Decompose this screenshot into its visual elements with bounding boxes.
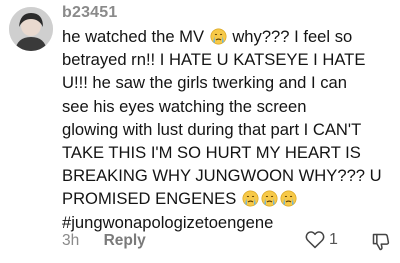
- comment-footer: 3h Reply: [62, 232, 146, 250]
- comment-line: betrayed rn!! I HATE U KATSEYE I HATE: [62, 50, 366, 70]
- comment: b23451 he watched the MV why??? I feel s…: [0, 0, 400, 263]
- comment-text-segment: why??? I feel so: [232, 27, 353, 46]
- comment-line: glowing with lust during that part I CAN…: [62, 119, 362, 139]
- comment-line: he watched the MV why??? I feel so: [62, 25, 396, 48]
- like-button[interactable]: 1: [305, 230, 338, 249]
- crying-face-emoji-icon: [242, 190, 259, 207]
- avatar[interactable]: [9, 7, 53, 51]
- comment-line: PROMISED ENGENES: [62, 187, 396, 210]
- comment-line: see his eyes watching the screen: [62, 96, 307, 116]
- comment-line: TAKE THIS I'M SO HURT MY HEART IS: [62, 143, 361, 163]
- crying-face-emoji-icon: [210, 28, 227, 45]
- crying-face-emoji-icon: [280, 190, 297, 207]
- comment-text-segment: PROMISED ENGENES: [62, 189, 237, 209]
- crying-face-emoji-icon: [261, 190, 278, 207]
- reply-button[interactable]: Reply: [104, 232, 146, 249]
- hashtag-link[interactable]: #jungwonapologizetoengene: [62, 211, 396, 234]
- like-count: 1: [329, 230, 338, 248]
- thumbs-down-icon: [372, 233, 390, 251]
- dislike-button[interactable]: [371, 232, 391, 257]
- comment-line: BREAKING WHY JUNGWOON WHY??? U: [62, 166, 382, 186]
- comment-text: he watched the MV why??? I feel so betra…: [62, 25, 396, 234]
- username[interactable]: b23451: [62, 4, 117, 22]
- heart-outline-icon: [305, 231, 325, 249]
- timestamp: 3h: [62, 232, 80, 249]
- comment-text-segment: he watched the MV: [62, 27, 205, 46]
- comment-line: U!!! he saw the girls twerking and I can: [62, 73, 347, 93]
